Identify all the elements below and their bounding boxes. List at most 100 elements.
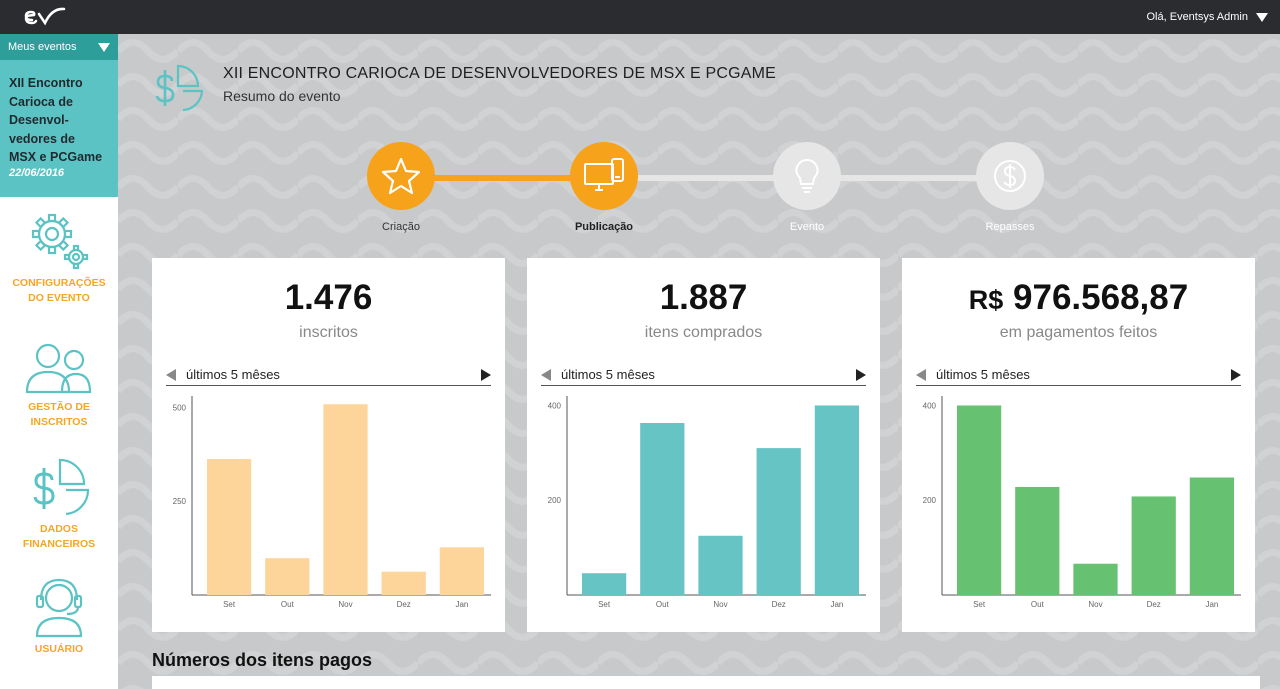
bar[interactable] — [956, 405, 1002, 595]
bar[interactable] — [581, 573, 627, 595]
step-label: Evento — [789, 221, 825, 233]
period-label: últimos 5 mêses — [561, 367, 655, 382]
step-transfers[interactable]: Repasses — [975, 142, 1045, 233]
arrow-right-icon[interactable] — [856, 369, 866, 381]
bar-chart: 250 500 Set Out Nov Dez Jan — [173, 396, 491, 609]
y-tick-label: 400 — [923, 401, 937, 410]
nav-user[interactable]: USUÁRIO — [0, 576, 118, 657]
x-tick-label: Jan — [1205, 600, 1218, 609]
stat-value: 1.887 — [527, 278, 880, 318]
x-tick-label: Nov — [1088, 600, 1102, 609]
bar[interactable] — [1189, 477, 1235, 595]
caret-down-icon — [1256, 12, 1268, 22]
bar[interactable] — [814, 405, 860, 595]
x-tick-label: Out — [281, 600, 295, 609]
lightbulb-icon — [773, 142, 841, 210]
y-tick-label: 500 — [173, 403, 187, 412]
y-tick-label: 400 — [548, 401, 562, 410]
bar-chart: 200 400 Set Out Nov Dez Jan — [923, 396, 1241, 609]
stat-value: 1.476 — [152, 278, 505, 318]
bar[interactable] — [640, 423, 685, 595]
stat-number: 1.887 — [659, 278, 748, 317]
bar[interactable] — [381, 571, 426, 595]
y-tick-label: 250 — [173, 497, 187, 506]
x-tick-label: Nov — [338, 600, 352, 609]
step-event[interactable]: Evento — [772, 142, 842, 233]
step-creation[interactable]: Criação — [366, 142, 436, 233]
nav-registrations[interactable]: GESTÃO DE INSCRITOS — [0, 340, 118, 430]
x-tick-label: Dez — [772, 600, 786, 609]
arrow-right-icon[interactable] — [1231, 369, 1241, 381]
my-events-dropdown[interactable]: Meus eventos — [0, 34, 118, 60]
paid-items-panel — [152, 676, 1260, 689]
event-name: XII Encontro Carioca de Desenvol-vedores d… — [9, 76, 103, 164]
dollar-coin-icon — [976, 142, 1044, 210]
bar[interactable] — [698, 535, 743, 595]
stat-card-items: 1.887 itens comprados últimos 5 mêses 20… — [527, 258, 880, 632]
stat-caption: itens comprados — [644, 324, 763, 341]
bar[interactable] — [756, 448, 801, 595]
section-title: Números dos itens pagos — [152, 650, 373, 670]
bar[interactable] — [1073, 563, 1118, 595]
sidebar: Meus eventos XII Encontro Carioca de Desen… — [0, 34, 118, 689]
page-subtitle: Resumo do evento — [223, 88, 341, 104]
bar[interactable] — [265, 558, 310, 595]
nav-label-line2: FINANCEIROS — [22, 538, 96, 550]
y-tick-label: 200 — [923, 496, 937, 505]
x-tick-label: Out — [1031, 600, 1045, 609]
step-label: Criação — [382, 221, 420, 233]
headset-user-icon — [35, 578, 83, 638]
period-label: últimos 5 mêses — [936, 367, 1030, 382]
stat-card-payments: R$ 976.568,87 em pagamentos feitos últim… — [902, 258, 1255, 632]
user-greeting: Olá, Eventsys Admin — [1146, 11, 1249, 23]
x-tick-label: Set — [598, 600, 611, 609]
nav-label-line2: INSCRITOS — [30, 416, 88, 428]
arrow-left-icon[interactable] — [541, 369, 551, 381]
arrow-left-icon[interactable] — [916, 369, 926, 381]
nav-label-line1: CONFIGURAÇÕES — [12, 277, 106, 289]
ev-logo[interactable] — [20, 4, 74, 30]
period-selector: últimos 5 mêses — [166, 366, 491, 386]
stat-value: R$ 976.568,87 — [902, 278, 1255, 318]
bar[interactable] — [206, 459, 252, 595]
stat-number: 976.568,87 — [1013, 278, 1189, 317]
nav-label-line2: DO EVENTO — [28, 292, 90, 304]
devices-icon — [570, 142, 638, 210]
step-label: Publicação — [574, 221, 634, 233]
period-label: últimos 5 mêses — [186, 367, 280, 382]
arrow-right-icon[interactable] — [481, 369, 491, 381]
money-chart-icon — [155, 64, 204, 112]
user-menu[interactable]: Olá, Eventsys Admin — [1146, 0, 1268, 34]
x-tick-label: Jan — [830, 600, 843, 609]
stat-card-registrations: 1.476 inscritos últimos 5 mêses 250 500 Se… — [152, 258, 505, 632]
bar[interactable] — [1131, 496, 1176, 595]
bar[interactable] — [1015, 486, 1060, 595]
x-tick-label: Dez — [1147, 600, 1161, 609]
nav-label-line1: GESTÃO DE — [28, 401, 90, 413]
step-publication[interactable]: Publicação — [569, 142, 639, 233]
bar[interactable] — [323, 404, 368, 595]
currency-symbol: R$ — [968, 285, 1004, 315]
stat-caption: inscritos — [299, 324, 358, 341]
step-label: Repasses — [985, 221, 1035, 233]
x-tick-label: Jan — [455, 600, 468, 609]
bar[interactable] — [439, 547, 485, 595]
users-icon — [25, 343, 92, 394]
stat-caption: em pagamentos feitos — [999, 324, 1158, 341]
page-title: XII ENCONTRO CARIOCA DE DESENVOLVEDORES … — [223, 65, 777, 82]
x-tick-label: Set — [973, 600, 986, 609]
star-icon — [367, 142, 435, 210]
period-selector: últimos 5 mêses — [541, 366, 866, 386]
top-bar: Olá, Eventsys Admin — [0, 0, 1280, 34]
bar-chart: 200 400 Set Out Nov Dez Jan — [548, 396, 866, 609]
y-tick-label: 200 — [548, 496, 562, 505]
chevron-down-icon — [98, 42, 110, 52]
money-chart-icon — [33, 458, 90, 516]
current-event-card[interactable]: XII Encontro Carioca de Desenvol-vedores d… — [0, 60, 118, 197]
nav-label-line1: DADOS — [40, 523, 78, 535]
nav-financial-data[interactable]: DADOS FINANCEIROS — [0, 458, 118, 552]
nav-event-settings[interactable]: CONFIGURAÇÕES DO EVENTO — [0, 210, 118, 306]
event-date: 22/06/2016 — [9, 166, 65, 179]
arrow-left-icon[interactable] — [166, 369, 176, 381]
event-progress-stepper: Criação Publicação Evento Repasses — [340, 140, 1080, 240]
